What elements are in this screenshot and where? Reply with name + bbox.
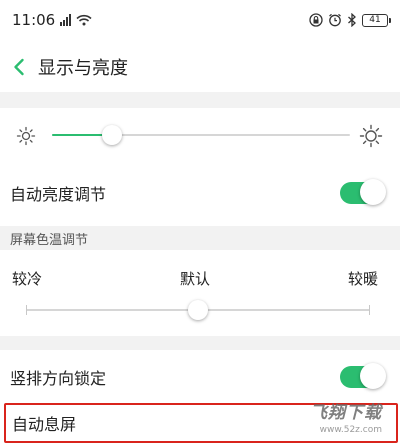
brightness-slider-track[interactable] <box>52 134 350 136</box>
orientation-lock-switch[interactable] <box>340 363 386 389</box>
auto-brightness-switch[interactable] <box>340 179 386 205</box>
section-gap <box>0 336 400 350</box>
sun-small-icon <box>16 126 36 146</box>
bluetooth-icon <box>348 13 356 27</box>
battery-icon: 41 <box>362 13 391 27</box>
status-left: 11:06 <box>12 11 92 29</box>
auto-screen-off-label: 自动息屏 <box>12 415 77 434</box>
lock-icon <box>309 13 323 27</box>
status-right: 41 <box>309 13 391 27</box>
section-gap <box>0 92 400 108</box>
color-temp-labels: 较冷 默认 较暖 <box>0 268 400 292</box>
auto-brightness-row[interactable]: 自动亮度调节 <box>0 166 400 220</box>
watermark-logo: 飞翔下载 www.52z.com <box>292 402 382 442</box>
signal-icon <box>60 14 72 26</box>
status-time: 11:06 <box>12 11 56 29</box>
sun-large-icon <box>359 124 383 148</box>
color-temp-default-label: 默认 <box>180 270 211 288</box>
color-temp-warm-label: 较暖 <box>348 270 379 288</box>
brightness-slider-thumb[interactable] <box>101 125 122 145</box>
color-temp-cold-label: 较冷 <box>12 270 43 288</box>
switch-knob <box>360 363 386 389</box>
section-label-text: 屏幕色温调节 <box>10 232 89 248</box>
watermark-url: www.52z.com <box>319 425 382 435</box>
orientation-lock-label: 竖排方向锁定 <box>10 369 107 388</box>
alarm-icon <box>329 13 341 27</box>
slider-tick-right <box>369 305 370 315</box>
page-title: 显示与亮度 <box>38 58 128 79</box>
header: 显示与亮度 <box>0 44 400 90</box>
slider-tick-left <box>26 305 27 315</box>
watermark-brand: 飞翔下载 <box>310 403 382 423</box>
brightness-slider-row <box>0 108 400 166</box>
color-temp-slider-thumb[interactable] <box>188 300 208 320</box>
switch-knob <box>360 179 386 205</box>
wifi-icon <box>76 14 92 26</box>
chevron-left-icon[interactable] <box>8 56 30 78</box>
auto-brightness-label: 自动亮度调节 <box>10 185 107 204</box>
color-temp-section-label: 屏幕色温调节 <box>0 226 400 250</box>
orientation-lock-row[interactable]: 竖排方向锁定 <box>0 350 400 404</box>
battery-level: 41 <box>369 14 381 25</box>
status-bar: 11:06 41 <box>0 0 400 40</box>
